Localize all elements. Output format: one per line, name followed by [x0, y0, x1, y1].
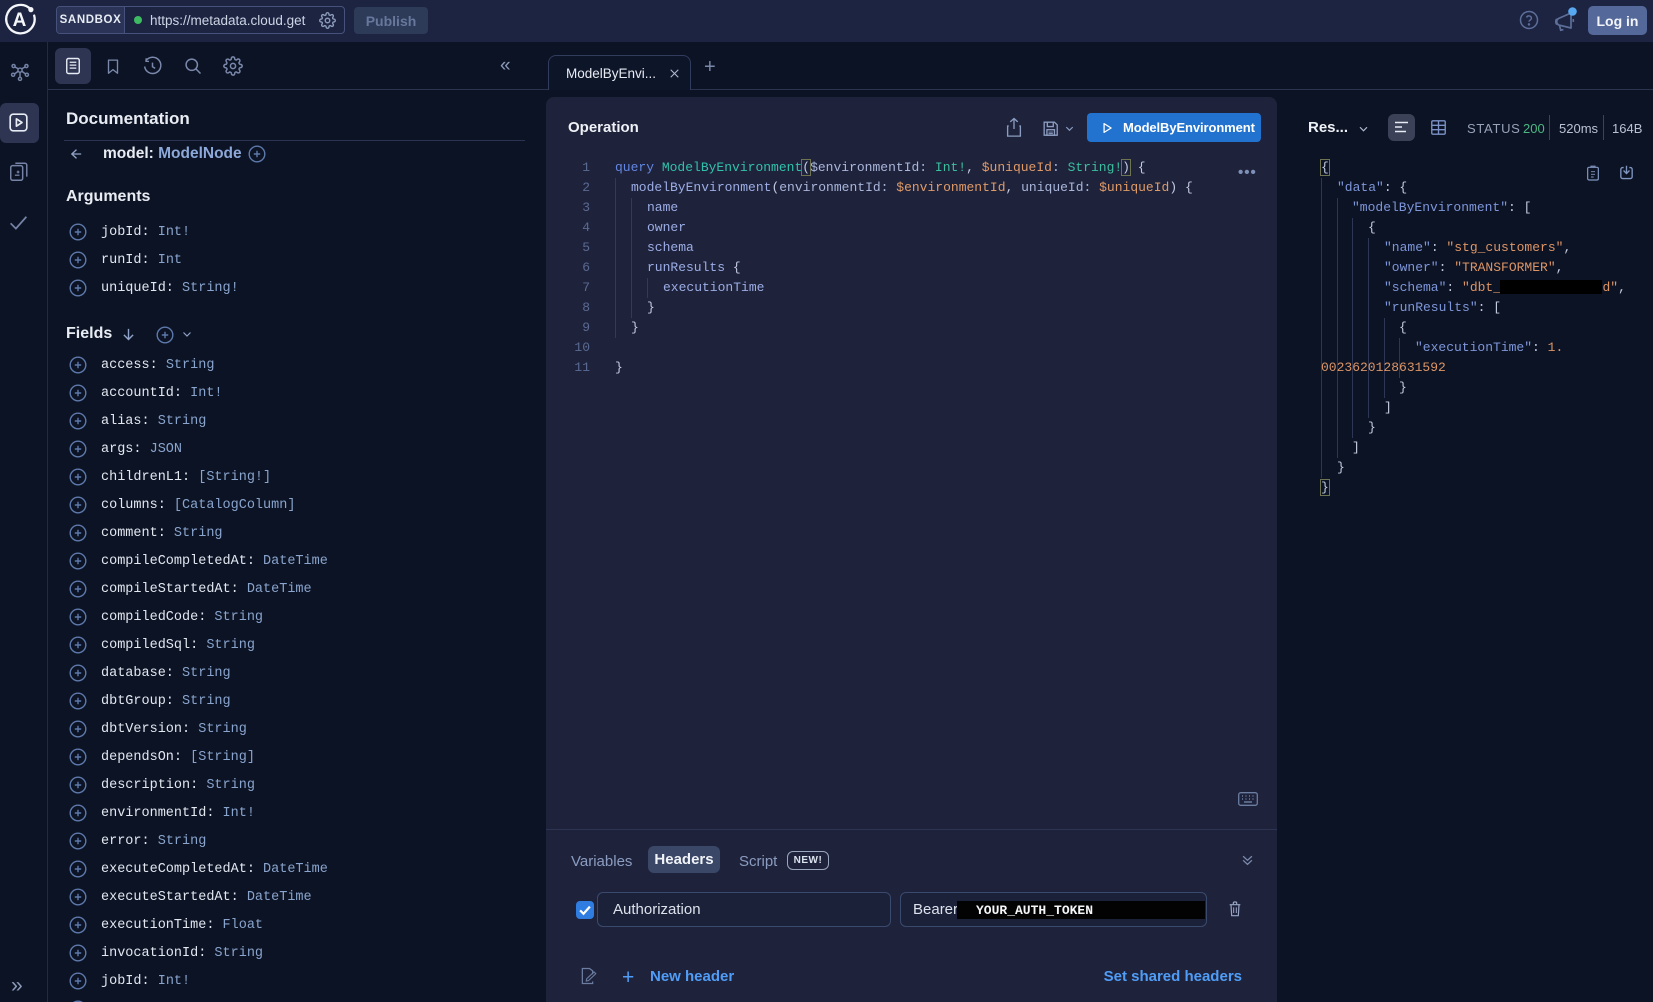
svg-text:A: A [13, 10, 27, 31]
